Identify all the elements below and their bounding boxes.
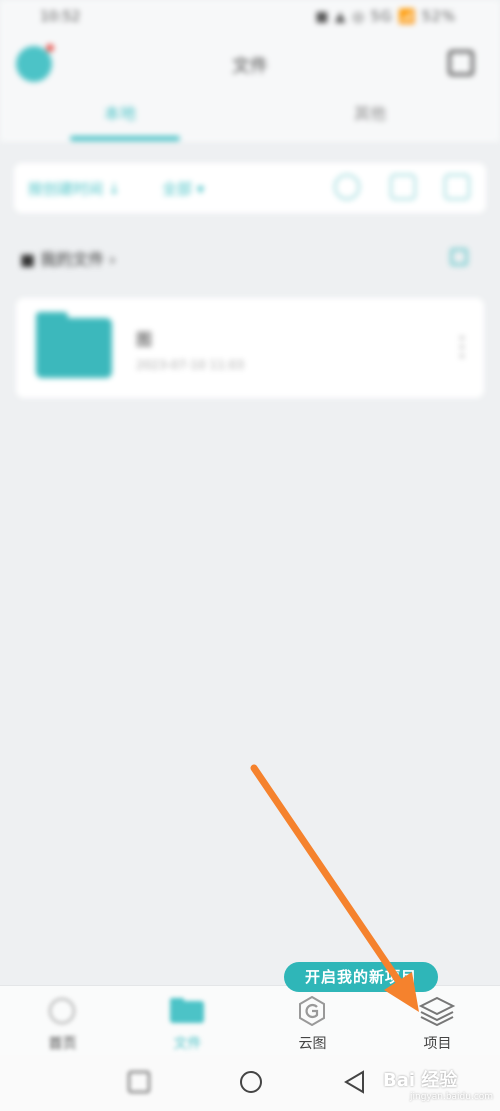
tab-local[interactable]: 本地 [104,100,136,124]
folder-icon [36,312,112,378]
nav-item-project[interactable]: 项目 [375,986,500,1056]
recent-apps-icon[interactable] [126,1069,152,1095]
nav-item-files[interactable]: 文件 [125,986,250,1056]
status-time: 10:52 [40,9,81,25]
tab-underline [70,136,180,141]
new-project-badge[interactable]: 开启我的新项目 [284,962,438,992]
file-name: 图 [136,330,153,349]
status-bar: 10:52 ■ ▲ ◎ 5G 📶 52% [0,0,500,36]
cloud-g-icon [299,996,325,1026]
search-icon[interactable] [334,174,360,200]
view-toggle-icon[interactable] [444,174,470,200]
section-title[interactable]: ■ 我的文件 › [20,246,116,270]
more-icon[interactable] [460,336,464,358]
header-action-icon[interactable] [448,50,474,76]
new-folder-icon[interactable] [450,248,468,266]
nav-label-files: 文件 [173,1036,202,1052]
app-header: 文件 本地 其他 [0,36,500,142]
nav-item-cloud[interactable]: 云图 [250,986,375,1056]
watermark-brand: Bai 经验 [383,1070,458,1091]
nav-label-home: 首页 [48,1036,77,1052]
status-indicators: ■ ▲ ◎ 5G 📶 52% [315,9,456,25]
page-title: 文件 [232,56,268,77]
import-icon[interactable] [390,174,416,200]
blurred-content: 10:52 ■ ▲ ◎ 5G 📶 52% 文件 本地 其他 按创建时间 ↓ 全部… [0,0,500,985]
nav-label-cloud: 云图 [298,1036,327,1052]
notification-dot [46,44,54,52]
nav-item-home[interactable]: 首页 [0,986,125,1056]
layers-icon [418,996,456,1026]
home-circle-icon[interactable] [238,1069,264,1095]
home-icon [48,997,76,1025]
nav-label-project: 项目 [423,1036,452,1052]
back-triangle-icon[interactable] [342,1069,368,1095]
bottom-nav: 首页 文件 云图 项目 [0,985,500,1055]
folder-icon [170,998,204,1023]
sort-dropdown[interactable]: 按创建时间 ↓ [28,178,120,199]
file-date: 2023-07-10 11:03 [136,358,245,372]
filter-dropdown[interactable]: 全部 ▾ [162,178,204,199]
tab-other[interactable]: 其他 [354,100,386,124]
watermark-url: jingyan.baidu.com [410,1092,494,1102]
file-toolbar: 按创建时间 ↓ 全部 ▾ [14,163,486,213]
list-item[interactable]: 图 2023-07-10 11:03 [16,298,484,398]
